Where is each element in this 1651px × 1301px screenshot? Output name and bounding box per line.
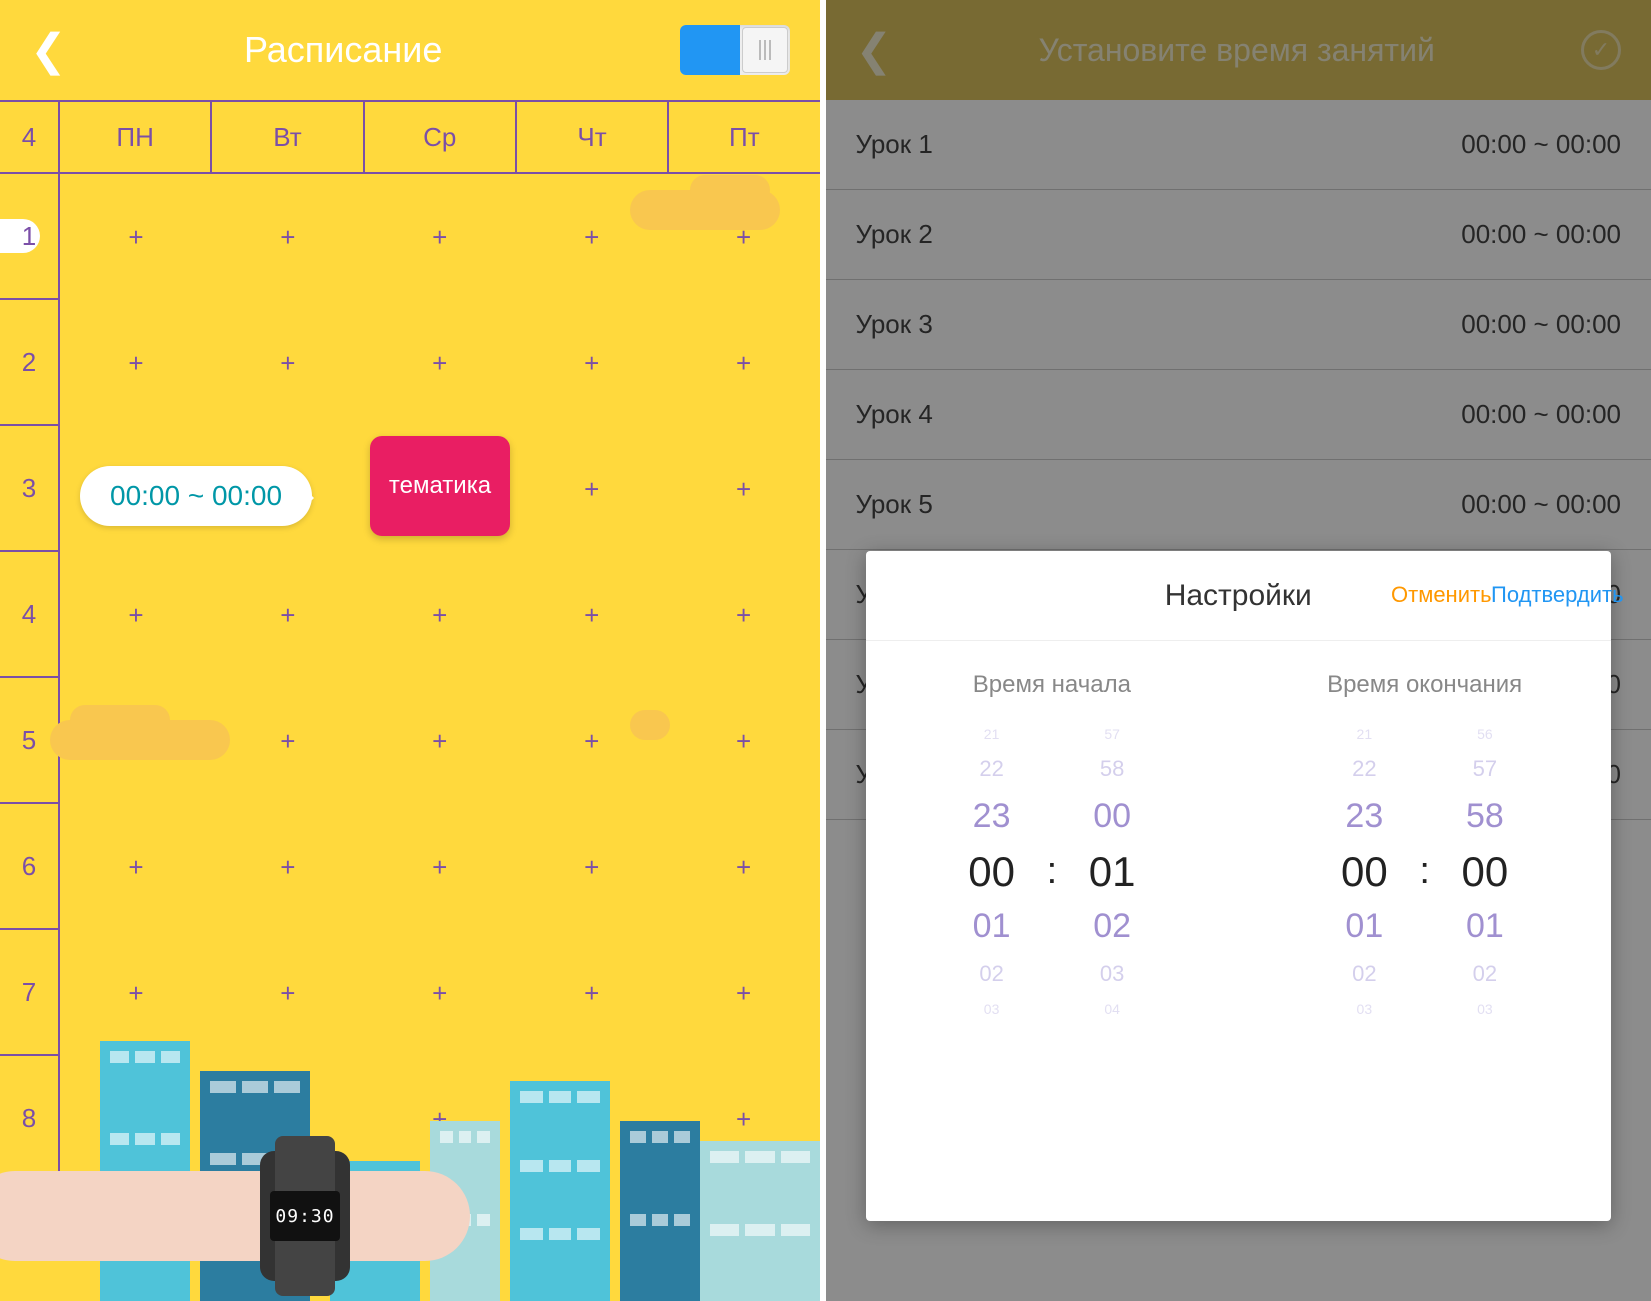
grid-cell[interactable]: + [516, 474, 668, 505]
row-number: 7 [0, 930, 60, 1056]
grid-cell[interactable]: + [212, 978, 364, 1009]
grid-cell[interactable]: + [60, 852, 212, 883]
minute-wheel[interactable]: 56 57 58 00 01 02 03 [1440, 719, 1530, 1024]
time-colon: : [1047, 850, 1058, 893]
grid-cell[interactable]: + [364, 852, 516, 883]
confirm-button[interactable]: Подтвердить [1491, 582, 1591, 608]
hour-wheel[interactable]: 21 22 23 00 01 02 03 [947, 719, 1037, 1024]
grid-row: 3 + + + тематика 00:00 ~ 00:00 [0, 426, 820, 552]
day-header[interactable]: ПН [60, 102, 212, 172]
grid-cell[interactable]: + [364, 726, 516, 757]
hour-wheel[interactable]: 21 22 23 00 01 02 03 [1319, 719, 1409, 1024]
grid-row: 4 + + + + + [0, 552, 820, 678]
grid-cell[interactable]: + [212, 600, 364, 631]
grid-cell[interactable]: + [212, 348, 364, 379]
grid-cell[interactable]: + [668, 348, 820, 379]
grid-row: 2 + + + + + [0, 300, 820, 426]
header-left: ❮ Расписание [0, 0, 820, 100]
grid-cell[interactable]: + [364, 978, 516, 1009]
picker-label: Время начала [973, 671, 1131, 699]
arm-illustration: 09:30 [0, 1171, 470, 1261]
grid-row: 6 + + + + + [0, 804, 820, 930]
modal-header: Настройки Отменить Подтвердить [866, 551, 1612, 641]
grid-cell[interactable]: + [516, 1104, 668, 1135]
grid-cell[interactable]: + [60, 600, 212, 631]
modal-title: Настройки [886, 579, 1392, 613]
day-header[interactable]: Чт [517, 102, 669, 172]
start-time-picker: Время начала 21 22 23 00 01 02 03 : 57 5 [866, 671, 1239, 1201]
grid-cell[interactable]: + [516, 600, 668, 631]
time-settings-panel: ❮ Установите время занятий ✓ Урок 100:00… [826, 0, 1651, 1301]
day-header[interactable]: Ср [365, 102, 517, 172]
time-picker-modal: Настройки Отменить Подтвердить Время нач… [866, 551, 1612, 1221]
grid-cell[interactable]: + [668, 1104, 820, 1135]
grid-cell[interactable]: + [668, 474, 820, 505]
time-colon: : [1419, 850, 1430, 893]
grid-cell[interactable]: + [60, 222, 212, 253]
grid-row: 8 + + + + + [0, 1056, 820, 1182]
time-pickers: Время начала 21 22 23 00 01 02 03 : 57 5 [866, 641, 1612, 1201]
day-header[interactable]: Пт [669, 102, 819, 172]
grid-cell[interactable]: + [212, 222, 364, 253]
time-tooltip: 00:00 ~ 00:00 [80, 466, 312, 526]
subject-card[interactable]: тематика [370, 436, 510, 536]
grid-cell[interactable]: + [364, 222, 516, 253]
schedule-panel: ❮ Расписание 4 ПН Вт Ср Чт Пт 1 + + + + … [0, 0, 826, 1301]
grid-cell[interactable]: + [212, 1104, 364, 1135]
grid-cell[interactable]: + [364, 348, 516, 379]
grid-cell[interactable]: + [364, 1104, 516, 1135]
grid-cell[interactable]: + [516, 852, 668, 883]
day-header[interactable]: Вт [212, 102, 364, 172]
watch-time: 09:30 [270, 1191, 340, 1241]
toggle-switch[interactable] [680, 25, 790, 75]
grid-cell[interactable]: + [516, 978, 668, 1009]
header-corner: 4 [0, 102, 60, 172]
grid-cell[interactable]: + [516, 348, 668, 379]
smartwatch-icon: 09:30 [260, 1151, 350, 1281]
grid-cell[interactable]: + [212, 726, 364, 757]
page-title: Расписание [7, 29, 680, 71]
row-number: 6 [0, 804, 60, 930]
row-number: 8 [0, 1056, 60, 1182]
picker-label: Время окончания [1327, 671, 1522, 699]
cancel-button[interactable]: Отменить [1391, 582, 1491, 608]
cloud-decoration [50, 720, 230, 760]
cloud-decoration [630, 710, 670, 740]
row-number: 2 [0, 300, 60, 426]
end-time-picker: Время окончания 21 22 23 00 01 02 03 : 5… [1238, 671, 1611, 1201]
grid-cell[interactable]: + [668, 852, 820, 883]
row-number: 1 [0, 174, 60, 300]
grid-cell[interactable]: + [212, 852, 364, 883]
row-number: 3 [0, 426, 60, 552]
grid-row: 7 + + + + + [0, 930, 820, 1056]
cloud-decoration [630, 190, 780, 230]
grid-header: 4 ПН Вт Ср Чт Пт [0, 100, 820, 174]
grid-cell[interactable]: + [60, 978, 212, 1009]
minute-wheel[interactable]: 57 58 00 01 02 03 04 [1067, 719, 1157, 1024]
row-number: 4 [0, 552, 60, 678]
grid-cell[interactable]: + [364, 600, 516, 631]
grid-cell[interactable]: + [60, 348, 212, 379]
grid-cell[interactable]: + [668, 978, 820, 1009]
grid-cell[interactable]: + [668, 726, 820, 757]
grid-cell[interactable]: + [60, 1104, 212, 1135]
grid-cell[interactable]: + [668, 600, 820, 631]
timetable-grid: 4 ПН Вт Ср Чт Пт 1 + + + + + 2 + + + + + [0, 100, 820, 1182]
